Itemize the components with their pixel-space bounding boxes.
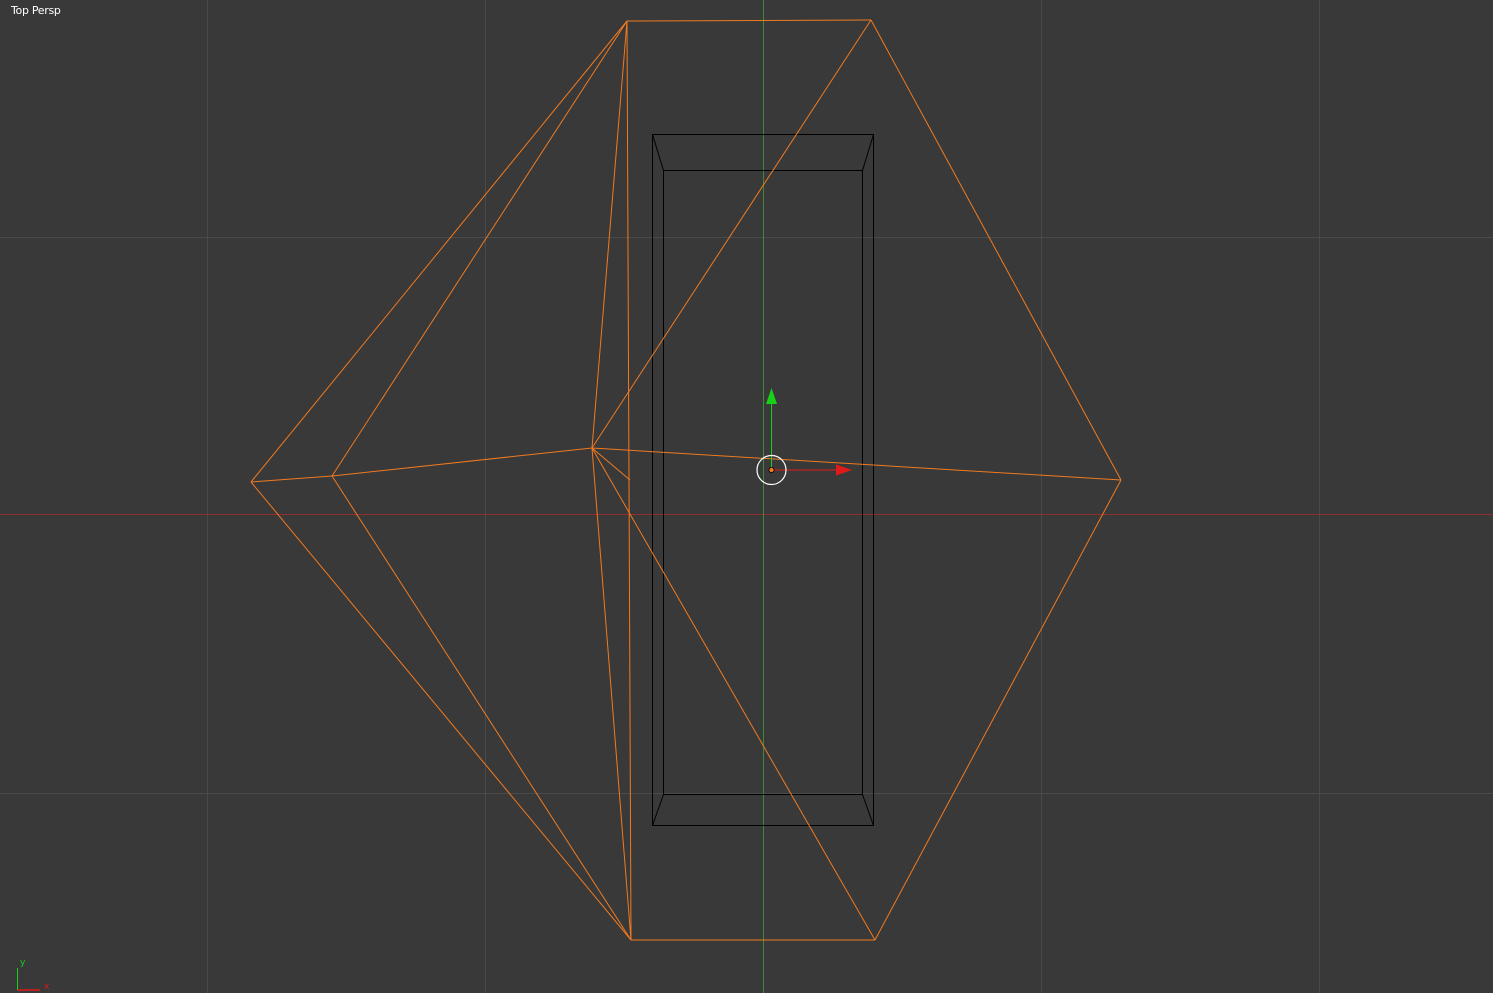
mesh-edge [591,20,628,449]
gizmo-x-arrow-icon[interactable] [836,464,852,476]
object-origin-icon [768,466,775,473]
mesh-edge [331,20,628,477]
axis-widget-y-label: y [20,958,26,968]
bevel-edge [862,794,874,826]
bevel-edge [862,134,874,171]
mesh-edge [250,20,628,483]
mesh-edge [250,475,333,483]
mesh-edge [591,447,632,941]
scene-canvas[interactable]: y x [0,0,1493,993]
transform-gizmo[interactable] [756,388,852,486]
mesh-edge [250,481,632,941]
mesh-edge [591,447,631,481]
view-name-label: Top Persp [11,4,61,17]
mesh-edge [870,19,1122,481]
mesh-edge [626,20,632,941]
mesh-edge [591,19,872,449]
mesh-edge [874,479,1122,941]
mesh-edge [331,447,593,477]
selected-mesh[interactable] [250,19,1122,941]
bevel-edge [652,134,664,171]
axis-widget: y x [17,958,50,992]
axis-widget-x-label: x [44,982,50,992]
gizmo-y-arrow-icon[interactable] [766,388,777,404]
bevel-edge [652,794,664,826]
mesh-edge [626,19,872,22]
mesh-edge [591,447,876,941]
grid [0,0,1493,993]
3d-viewport[interactable]: y x Top Persp [0,0,1493,993]
mesh-edge [331,475,632,941]
